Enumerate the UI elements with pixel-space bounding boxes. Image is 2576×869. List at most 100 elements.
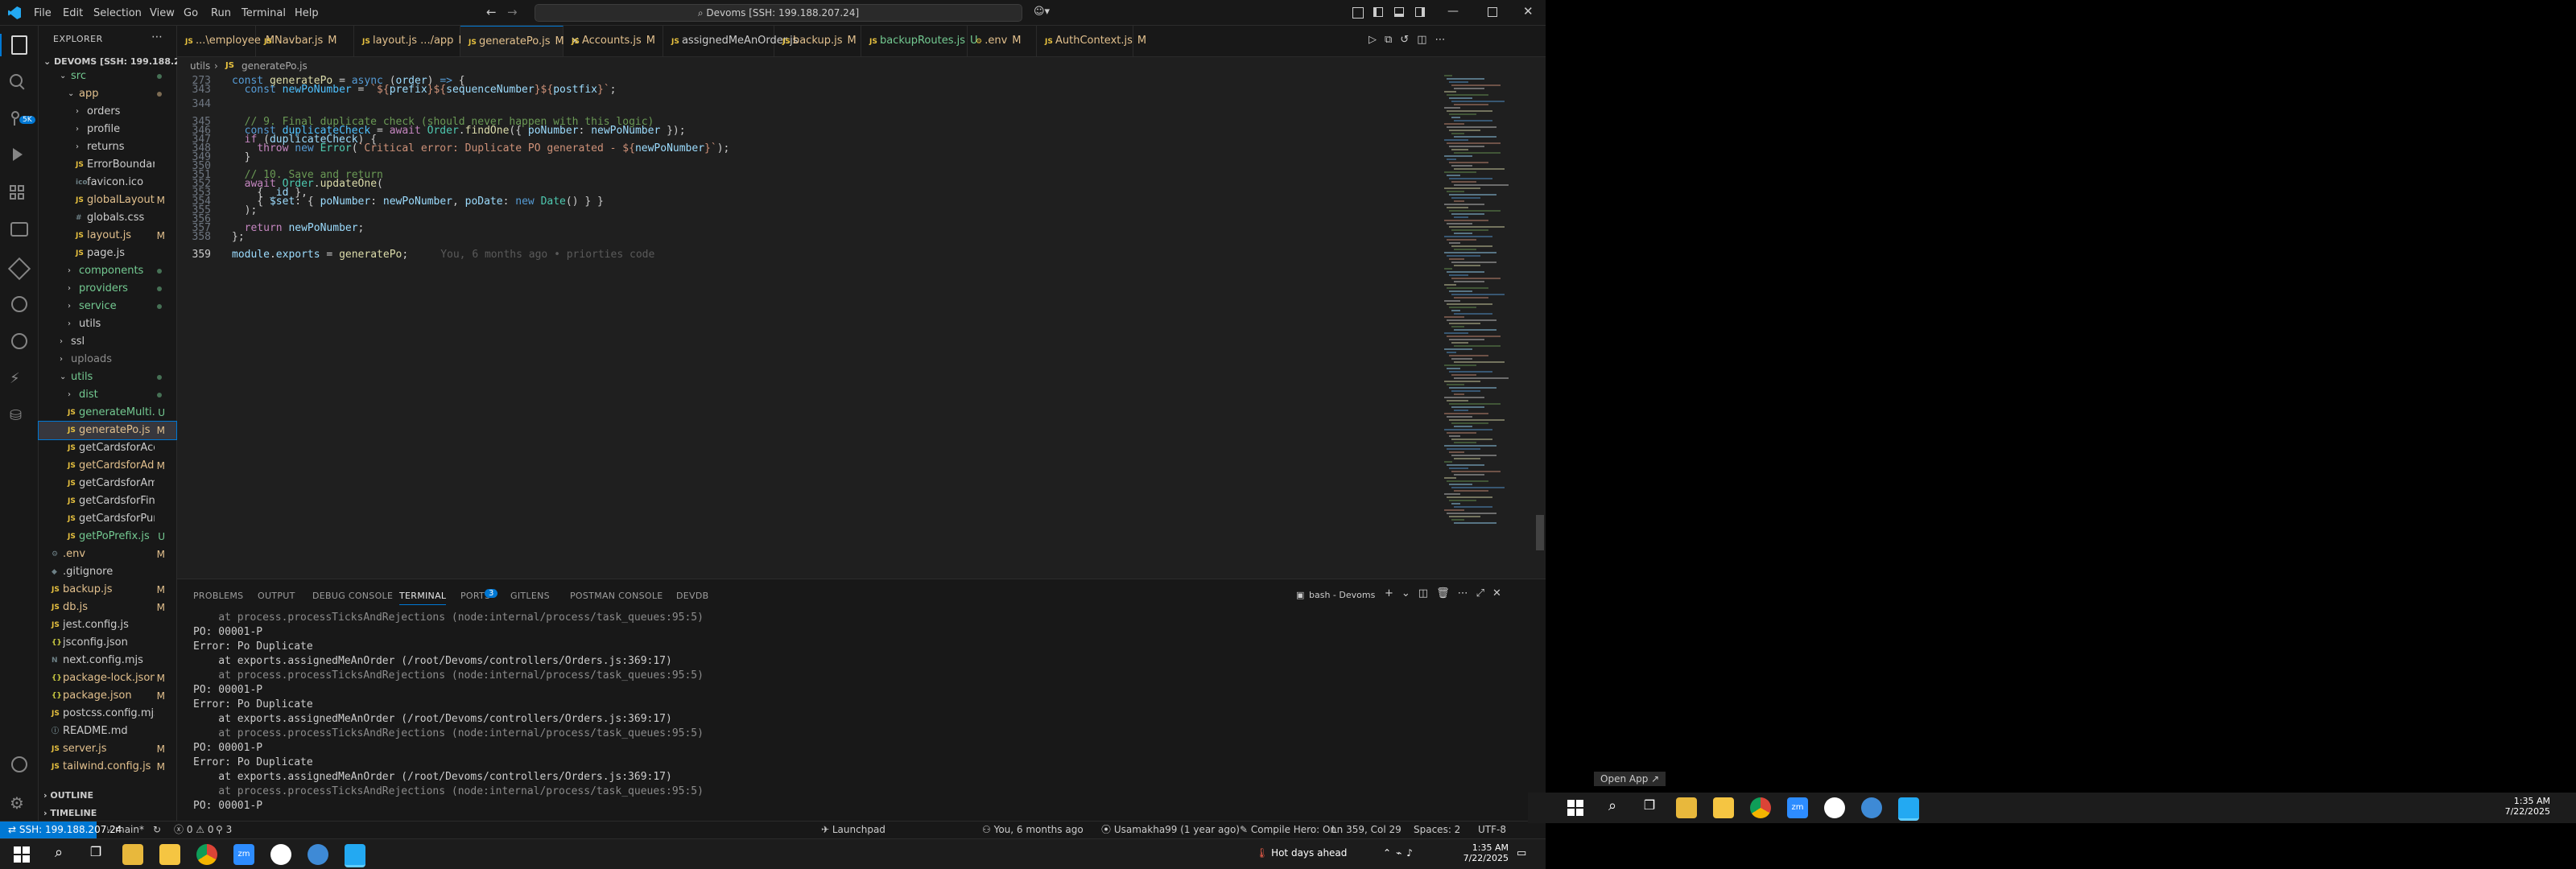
folder-item[interactable]: › components (39, 262, 176, 280)
source-control-icon[interactable]: 5K (10, 111, 35, 130)
menu-go[interactable]: Go (184, 7, 198, 19)
editor-tab[interactable]: JS Accounts.js M (564, 26, 663, 56)
indentation[interactable]: Spaces: 2 (1414, 822, 1460, 838)
more-actions-icon[interactable]: ⋯ (1435, 34, 1454, 46)
history-icon[interactable]: ↺ (1400, 34, 1417, 46)
file-item[interactable]: JS getPoPrefix.js U (39, 528, 176, 546)
more-actions-icon[interactable]: ⋯ (1458, 587, 1476, 599)
more-actions-icon[interactable]: ⋯ (151, 31, 163, 43)
menu-help[interactable]: Help (295, 7, 319, 19)
folder-item[interactable]: › returns (39, 138, 176, 156)
file-item[interactable]: JS postcss.config.mjs (39, 705, 176, 723)
app-icon[interactable] (1824, 797, 1845, 818)
tab-problems[interactable]: PROBLEMS (193, 591, 243, 601)
timeline-section[interactable]: › TIMELINE (43, 808, 97, 818)
run-debug-icon[interactable] (10, 148, 29, 167)
editor-tab[interactable]: JS assignedMeAnOrder.js (663, 26, 798, 56)
extensions-icon[interactable] (10, 185, 29, 204)
close-panel-icon[interactable]: ✕ (1492, 587, 1509, 599)
file-item[interactable]: JSgetCardsforAmazon.js (39, 475, 176, 492)
toggle-sidebar-icon[interactable] (1373, 7, 1383, 17)
scrollbar[interactable] (1536, 515, 1544, 550)
code-editor[interactable]: 273 343 344 345 346 347 348 349 350 351 352 353 354 3… (177, 75, 1546, 579)
file-item[interactable]: {} jsconfig.json (39, 634, 176, 652)
compare-icon[interactable]: ⧉ (1385, 34, 1400, 46)
chrome-icon[interactable] (1750, 797, 1771, 818)
compile-hero-status[interactable]: ✎ Compile Hero: On (1240, 822, 1336, 838)
editor-tab[interactable]: JS ...\employee M (177, 26, 275, 56)
remote-indicator[interactable]: ⇄ SSH: 199.188.207.24 (0, 822, 122, 838)
zoom-icon[interactable]: zm (233, 844, 254, 865)
store-icon[interactable] (159, 844, 180, 865)
file-item[interactable]: JS layout.js M (39, 227, 176, 245)
vscode-taskbar-icon[interactable] (345, 844, 365, 867)
windows-start-icon[interactable] (1565, 797, 1586, 818)
file-item[interactable]: JS generatePo.js M (38, 421, 177, 440)
back-arrow-icon[interactable]: ← (486, 5, 497, 19)
branch-indicator[interactable]: ⑂ main* (106, 822, 144, 838)
breadcrumb-file[interactable]: generatePo.js (242, 57, 308, 75)
tab-postman-console[interactable]: POSTMAN CONSOLE (570, 591, 663, 601)
task-view-icon[interactable]: ❐ (1639, 797, 1660, 818)
explorer-icon[interactable] (11, 35, 27, 55)
copilot-icon[interactable]: ☺▾ (1034, 6, 1050, 18)
forward-arrow-icon[interactable]: → (507, 5, 518, 19)
terminal-shell-name[interactable]: bash - Devoms (1309, 590, 1375, 600)
file-item[interactable]: JSErrorBoundary.js (39, 156, 176, 174)
folder-item[interactable]: ⌄ src (39, 68, 176, 85)
launchpad[interactable]: ✈ Launchpad (821, 822, 886, 838)
database-icon[interactable]: ⛁ (10, 407, 29, 426)
toggle-panel-icon[interactable] (1394, 7, 1404, 17)
edge-icon[interactable] (308, 844, 328, 865)
clock[interactable]: 1:35 AM 7/22/2025 (1457, 842, 1509, 863)
network-icon[interactable]: ⌁ (1396, 847, 1406, 859)
ports-indicator[interactable]: ⚲ 3 (216, 822, 232, 838)
file-item[interactable]: {} package-lock.json M (39, 669, 176, 687)
tab-gitlens[interactable]: GITLENS (510, 591, 550, 601)
cursor-position[interactable]: Ln 359, Col 29 (1331, 822, 1402, 838)
maximize-icon[interactable] (1488, 7, 1497, 17)
file-item[interactable]: JSglobalLayout.jsM (39, 192, 176, 209)
minimap[interactable] (1441, 75, 1538, 550)
file-explorer-icon[interactable] (122, 844, 143, 865)
chevron-up-icon[interactable]: ⌃ (1383, 847, 1396, 859)
search-icon[interactable]: ⌕ (1602, 797, 1623, 818)
file-item[interactable]: JSgetCardsforFinance.js (39, 492, 176, 510)
file-item[interactable]: JS backup.js M (39, 581, 176, 599)
account-icon[interactable] (11, 756, 27, 772)
folder-item[interactable]: ⌄ utils (39, 369, 176, 386)
file-item[interactable]: # globals.css (39, 209, 176, 227)
menu-run[interactable]: Run (211, 7, 231, 19)
file-item[interactable]: ico favicon.ico (39, 174, 176, 192)
folder-item[interactable]: › ssl (39, 333, 176, 351)
file-item[interactable]: JS page.js (39, 245, 176, 262)
close-window-icon[interactable]: ✕ (1523, 4, 1534, 19)
tab-output[interactable]: OUTPUT (258, 591, 295, 601)
file-item[interactable]: JS jest.config.js (39, 616, 176, 634)
gitlens-icon[interactable] (11, 296, 27, 312)
postman-icon[interactable] (11, 333, 27, 349)
maximize-panel-icon[interactable]: ⤢ (1476, 587, 1492, 599)
encoding[interactable]: UTF-8 (1478, 822, 1506, 838)
editor-tab[interactable]: JS layout.js .../appM (354, 26, 468, 56)
editor-tab[interactable]: JS backup.js M (774, 26, 861, 56)
tab-debug-console[interactable]: DEBUG CONSOLE (312, 591, 393, 601)
workspace-root[interactable]: ⌄ DEVOMS [SSH: 199.188.20... (43, 56, 196, 67)
weather-widget[interactable]: 🌡 Hot days ahead (1256, 847, 1347, 859)
split-terminal-icon[interactable]: ◫ (1418, 587, 1436, 599)
chrome-icon[interactable] (196, 844, 217, 865)
customize-layout-icon[interactable] (1352, 7, 1364, 19)
editor-tab[interactable]: JS AuthContext.js M (1037, 26, 1146, 56)
folder-item[interactable]: › providers (39, 280, 176, 298)
file-item[interactable]: JSgetCardsforAd...M (39, 457, 176, 475)
search-icon[interactable] (10, 74, 29, 93)
volume-icon[interactable]: ♪ (1406, 847, 1418, 859)
file-item[interactable]: JS server.js M (39, 740, 176, 758)
file-item[interactable]: JSgetCardsforAccount.js (39, 439, 176, 457)
file-item[interactable]: ⚙ .env M (39, 546, 176, 563)
editor-tab[interactable]: JS Navbar.js M (256, 26, 354, 56)
clock[interactable]: 1:35 AM 7/22/2025 (2494, 796, 2550, 817)
file-item[interactable]: Nnext.config.mjs (39, 652, 176, 669)
run-icon[interactable]: ▷ (1368, 34, 1385, 46)
remote-explorer-icon[interactable] (10, 222, 28, 237)
